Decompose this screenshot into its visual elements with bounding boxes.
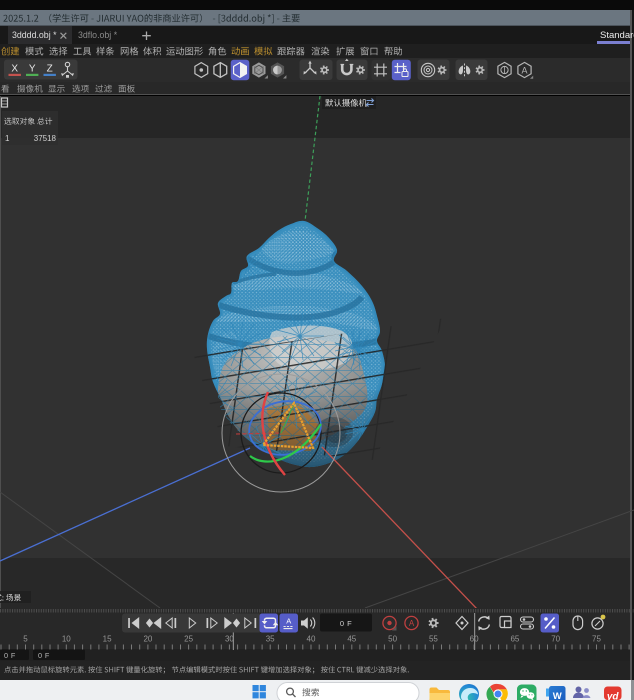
svg-text:20: 20 xyxy=(143,635,152,644)
svg-text:5: 5 xyxy=(23,635,28,644)
svg-text:1: 1 xyxy=(5,134,10,143)
svg-text:70: 70 xyxy=(551,635,560,644)
svg-text:A: A xyxy=(521,66,527,76)
svg-text:A: A xyxy=(286,617,291,626)
svg-text:40: 40 xyxy=(307,635,316,644)
svg-text:W: W xyxy=(553,691,562,700)
svg-text:50: 50 xyxy=(388,635,397,644)
svg-text:3dflo.obj *: 3dflo.obj * xyxy=(78,30,118,40)
svg-text:35: 35 xyxy=(266,635,275,644)
svg-text:0 F: 0 F xyxy=(340,619,352,628)
svg-text:Y: Y xyxy=(29,64,36,75)
svg-text:X: X xyxy=(11,64,18,75)
svg-text:0 F: 0 F xyxy=(4,651,16,660)
svg-text:Z: Z xyxy=(47,64,53,75)
svg-text:55: 55 xyxy=(429,635,438,644)
svg-text:37518: 37518 xyxy=(34,134,57,143)
svg-text:3dddd.obj *: 3dddd.obj * xyxy=(12,30,57,40)
svg-text:25: 25 xyxy=(184,635,193,644)
svg-text:yd: yd xyxy=(606,692,620,700)
svg-text:65: 65 xyxy=(510,635,519,644)
svg-text:Standard: Standard xyxy=(600,30,634,41)
svg-text:75: 75 xyxy=(592,635,601,644)
svg-text:10: 10 xyxy=(62,635,71,644)
svg-text:0 F: 0 F xyxy=(38,651,50,660)
svg-text:15: 15 xyxy=(103,635,112,644)
svg-text:45: 45 xyxy=(347,635,356,644)
svg-text:A: A xyxy=(409,619,415,628)
